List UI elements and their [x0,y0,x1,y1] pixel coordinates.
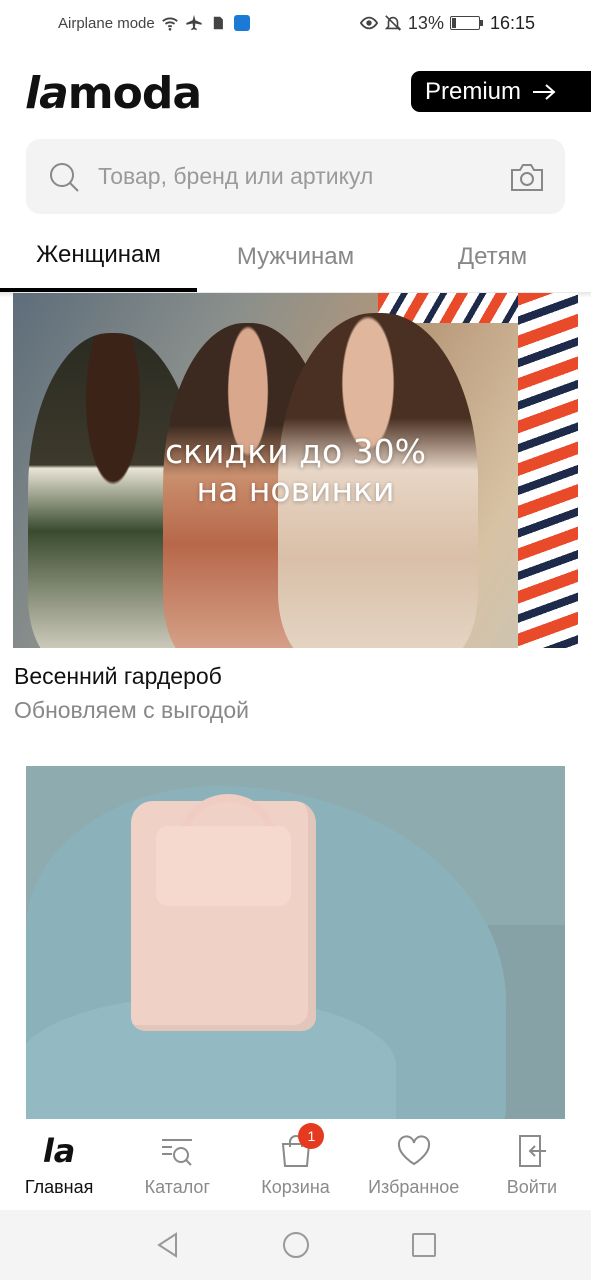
banner-line-1: скидки до 30% [164,432,427,471]
nav-login[interactable]: Войти [473,1119,591,1210]
status-right: 13% 16:15 [359,12,535,34]
tab-women[interactable]: Женщинам [0,222,197,292]
app-notification-icon [233,14,251,32]
backpack-flap-image [156,826,291,906]
app-header: lamoda Premium [0,60,591,124]
clock: 16:15 [489,12,535,33]
backpack-banner[interactable] [26,766,565,1119]
camera-icon[interactable] [509,161,545,193]
gender-tabs: Женщинам Мужчинам Детям [0,222,591,292]
cart-badge: 1 [298,1123,325,1149]
search-icon [50,162,79,192]
home-circle-icon[interactable] [282,1231,310,1259]
airplane-icon [185,14,203,32]
premium-label: Premium [425,77,522,105]
premium-button[interactable]: Premium [411,71,591,112]
promo-subtitle: Обновляем с выгодой [14,697,249,723]
lamoda-home-icon: la [42,1132,76,1170]
tab-men[interactable]: Мужчинам [197,222,394,292]
catalog-search-icon [162,1139,193,1166]
nav-favorites-label: Избранное [368,1177,460,1197]
banner-line-2: на новинки [196,470,395,509]
battery-icon [449,16,483,30]
wifi-icon [161,14,179,32]
search-bar[interactable] [26,139,565,214]
status-bar: Airplane mode 13% 16:15 [0,0,591,46]
heart-icon [397,1135,430,1166]
bell-off-icon [384,14,402,32]
system-navigation-bar [0,1210,591,1280]
promo-title[interactable]: Весенний гардероб [14,663,222,690]
tab-kids[interactable]: Детям [394,222,591,292]
airplane-mode-label: Airplane mode [58,14,155,32]
promo-banner[interactable]: скидки до 30% на новинки [13,293,578,648]
nav-login-label: Войти [506,1177,558,1197]
search-input[interactable] [98,163,509,190]
lamoda-logo[interactable]: lamoda [25,68,202,119]
arrow-right-icon [533,83,556,100]
nav-catalog[interactable]: Каталог [118,1119,236,1210]
status-left: Airplane mode [58,14,251,32]
banner-caption: скидки до 30% на новинки [13,433,578,509]
nav-cart[interactable]: 1 Корзина [236,1119,354,1210]
sim-icon [209,14,227,32]
eye-icon [359,14,378,32]
nav-favorites[interactable]: Избранное [355,1119,473,1210]
nav-home-label: Главная [24,1177,94,1197]
bottom-navigation: la Главная Каталог 1 Корзина Избранное В… [0,1119,591,1210]
nav-home[interactable]: la Главная [0,1119,118,1210]
battery-percent: 13% [407,12,444,33]
login-icon [518,1135,546,1167]
nav-catalog-label: Каталог [144,1177,211,1197]
recents-square-icon[interactable] [410,1231,438,1259]
back-icon[interactable] [154,1231,182,1259]
nav-cart-label: Корзина [261,1177,330,1197]
